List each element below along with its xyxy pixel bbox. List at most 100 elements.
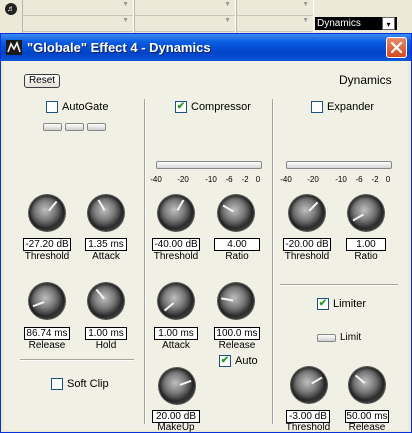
section-divider xyxy=(20,359,134,361)
autogate-release-knob[interactable] xyxy=(29,283,65,319)
compressor-label: Compressor xyxy=(191,101,251,113)
limiter-release-knob[interactable] xyxy=(349,367,385,403)
compressor-check-icon[interactable]: ✔ xyxy=(175,101,187,113)
compressor-ratio-label: Ratio xyxy=(225,251,249,262)
limiter-release-label: Release xyxy=(348,422,386,433)
gate-indicator-led xyxy=(43,123,62,131)
autogate-threshold-knob[interactable] xyxy=(29,195,65,231)
compressor-attack-label: Attack xyxy=(162,340,190,351)
auto-label: Auto xyxy=(235,355,258,367)
dynamics-effect-window: "Globale" Effect 4 - Dynamics Reset Dyna… xyxy=(0,33,412,433)
scale-tick-label: -40 xyxy=(280,175,292,184)
autogate-label: AutoGate xyxy=(62,101,109,113)
compressor-makeup-label: MakeUp xyxy=(157,422,195,433)
limiter-threshold-knob[interactable] xyxy=(291,367,327,403)
compressor-release-knob[interactable] xyxy=(218,283,254,319)
compressor-threshold-value[interactable]: -40.00 dB xyxy=(152,238,200,251)
compressor-threshold-knob[interactable] xyxy=(158,195,194,231)
autogate-threshold-value[interactable]: -27.20 dB xyxy=(23,238,71,251)
scale-tick-label: -10 xyxy=(205,175,217,184)
limit-indicator-led xyxy=(317,334,336,342)
autogate-hold-label: Hold xyxy=(95,340,117,351)
compressor-makeup-knob[interactable] xyxy=(159,368,195,404)
section-title: Dynamics xyxy=(339,73,392,87)
scale-tick-label: -10 xyxy=(335,175,347,184)
autogate-attack-label: Attack xyxy=(92,251,120,262)
autogate-threshold-label: Threshold xyxy=(24,251,70,262)
scale-tick-label: -20 xyxy=(177,175,189,184)
section-divider xyxy=(280,284,398,286)
expander-ratio-knob[interactable] xyxy=(348,195,384,231)
scroll-down-icon: ▼ xyxy=(224,17,231,24)
compressor-attack-value[interactable]: 1.00 ms xyxy=(154,327,198,340)
compressor-ratio-knob[interactable] xyxy=(218,195,254,231)
close-icon xyxy=(390,41,403,54)
compressor-release-label: Release xyxy=(218,340,256,351)
compressor-attack-knob[interactable] xyxy=(158,283,194,319)
soft-clip-label: Soft Clip xyxy=(67,378,109,390)
expander-gain-meter xyxy=(286,161,392,169)
autogate-checkbox-box[interactable] xyxy=(46,101,58,113)
background-column: ▼ ▼ xyxy=(22,0,134,34)
expander-label: Expander xyxy=(327,101,375,113)
auto-makeup-checkbox[interactable]: ✔ Auto xyxy=(219,355,258,367)
expander-threshold-value[interactable]: -20.00 dB xyxy=(283,238,331,251)
limiter-threshold-label: Threshold xyxy=(285,422,331,433)
limiter-checkbox[interactable]: ✔ Limiter xyxy=(317,298,366,310)
app-icon xyxy=(6,40,22,55)
soft-clip-checkbox[interactable]: Soft Clip xyxy=(51,378,109,390)
expander-ratio-label: Ratio xyxy=(354,251,378,262)
expander-threshold-label: Threshold xyxy=(284,251,330,262)
dropdown-arrow-icon[interactable]: ▾ xyxy=(382,17,395,30)
auto-check-icon[interactable]: ✔ xyxy=(219,355,231,367)
scale-tick-label: -6 xyxy=(355,175,363,184)
expander-threshold-knob[interactable] xyxy=(289,195,325,231)
scroll-down-icon: ▼ xyxy=(224,1,231,8)
reset-button[interactable]: Reset xyxy=(24,74,60,88)
expander-checkbox[interactable]: Expander xyxy=(311,101,374,113)
expander-checkbox-box[interactable] xyxy=(311,101,323,113)
scroll-down-icon: ▼ xyxy=(302,1,309,8)
compressor-meter-scale: -40 -20 -10 -6 -2 0 xyxy=(150,175,262,185)
compressor-threshold-label: Threshold xyxy=(153,251,199,262)
effect-panel: Reset Dynamics AutoGate -27.20 dB Thresh… xyxy=(4,61,408,433)
limit-label: Limit xyxy=(340,332,362,343)
background-app-strip: ♬ ▼ ▼ ▼ ▼ ▼ ▼ Dynamics ▾ xyxy=(0,0,412,34)
title-bar[interactable]: "Globale" Effect 4 - Dynamics xyxy=(1,34,411,61)
scroll-down-icon: ▼ xyxy=(122,17,129,24)
gate-indicator-led xyxy=(87,123,106,131)
background-column: ▼ ▼ xyxy=(236,0,314,34)
scale-tick-label: -2 xyxy=(371,175,379,184)
close-button[interactable] xyxy=(386,37,407,58)
scale-tick-label: 0 xyxy=(385,175,391,184)
compressor-ratio-value[interactable]: 4.00 xyxy=(214,238,260,251)
scale-tick-label: -6 xyxy=(225,175,233,184)
autogate-hold-value[interactable]: 1.00 ms xyxy=(85,327,127,340)
autogate-hold-knob[interactable] xyxy=(88,283,124,319)
autogate-checkbox[interactable]: AutoGate xyxy=(46,101,108,113)
autogate-release-label: Release xyxy=(28,340,66,351)
background-column: ▼ ▼ xyxy=(134,0,236,34)
compressor-checkbox[interactable]: ✔ Compressor xyxy=(175,101,251,113)
scroll-down-icon: ▼ xyxy=(302,17,309,24)
column-separator xyxy=(144,99,146,424)
scale-tick-label: -2 xyxy=(241,175,249,184)
soft-clip-checkbox-box[interactable] xyxy=(51,378,63,390)
window-title: "Globale" Effect 4 - Dynamics xyxy=(27,40,211,55)
scale-tick-label: -20 xyxy=(307,175,319,184)
scale-tick-label: 0 xyxy=(255,175,261,184)
scale-tick-label: -40 xyxy=(150,175,162,184)
expander-meter-scale: -40 -20 -10 -6 -2 0 xyxy=(280,175,392,185)
autogate-attack-value[interactable]: 1.35 ms xyxy=(85,238,127,251)
expander-ratio-value[interactable]: 1.00 xyxy=(346,238,386,251)
autogate-attack-knob[interactable] xyxy=(88,195,124,231)
compressor-gain-meter xyxy=(156,161,262,169)
scroll-down-icon: ▼ xyxy=(122,1,129,8)
column-separator xyxy=(272,99,274,424)
limiter-check-icon[interactable]: ✔ xyxy=(317,298,329,310)
autogate-release-value[interactable]: 86.74 ms xyxy=(24,327,70,340)
background-app-icon: ♬ xyxy=(5,3,17,15)
gate-indicator-led xyxy=(65,123,84,131)
limiter-label: Limiter xyxy=(333,298,367,310)
compressor-release-value[interactable]: 100.0 ms xyxy=(214,327,260,340)
